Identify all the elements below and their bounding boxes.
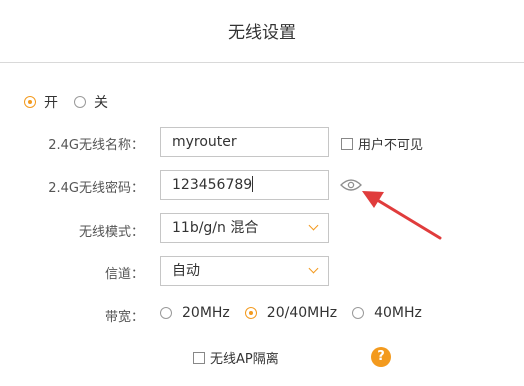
- password-value: 123456789: [172, 177, 253, 193]
- channel-label: 信道：: [104, 267, 144, 282]
- ap-isolation-label: 无线AP隔离: [210, 352, 279, 367]
- radio-on[interactable]: [24, 96, 36, 108]
- eye-icon[interactable]: [340, 178, 362, 192]
- wireless-power-toggle: 开 关: [24, 92, 124, 112]
- mode-select[interactable]: 11b/g/n 混合: [160, 213, 329, 243]
- bandwidth-option-40: 40MHz: [374, 305, 422, 321]
- radio-off-label: 关: [94, 95, 108, 111]
- bandwidth-option-20-40: 20/40MHz: [266, 305, 338, 321]
- radio-off[interactable]: [74, 96, 86, 108]
- ap-isolation-option[interactable]: 无线AP隔离: [193, 348, 279, 367]
- hide-ssid-label: 用户不可见: [358, 138, 424, 153]
- red-arrow-icon: [362, 191, 442, 240]
- bandwidth-options: 20MHz 20/40MHz 40MHz: [160, 305, 437, 321]
- bandwidth-radio-20-40[interactable]: [244, 307, 257, 319]
- bandwidth-label: 带宽：: [104, 310, 144, 325]
- password-input[interactable]: 123456789: [160, 170, 329, 200]
- bandwidth-option-20: 20MHz: [182, 305, 230, 321]
- bandwidth-radio-40[interactable]: [352, 307, 365, 319]
- mode-label: 无线模式：: [78, 225, 144, 240]
- page-title: 无线设置: [228, 23, 296, 43]
- bandwidth-radio-20[interactable]: [160, 307, 172, 319]
- header-divider: [0, 62, 524, 63]
- ssid-label: 2.4G无线名称：: [48, 138, 144, 153]
- hide-ssid-checkbox[interactable]: [341, 137, 353, 150]
- ap-isolation-checkbox[interactable]: [193, 351, 205, 364]
- password-label: 2.4G无线密码：: [48, 181, 144, 196]
- question-icon[interactable]: ?: [371, 347, 391, 367]
- hide-ssid-option[interactable]: 用户不可见: [341, 134, 423, 153]
- radio-on-label: 开: [44, 95, 58, 111]
- ssid-input[interactable]: myrouter: [160, 127, 329, 157]
- channel-select[interactable]: 自动: [160, 256, 329, 286]
- text-cursor: [252, 176, 254, 192]
